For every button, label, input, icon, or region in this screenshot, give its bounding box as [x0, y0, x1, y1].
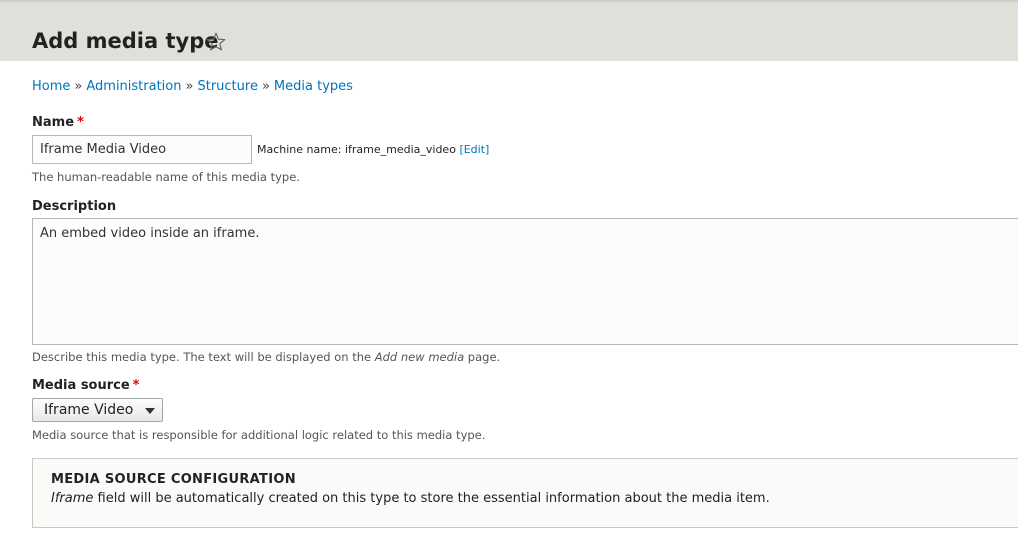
description-help-emphasis: Add new media: [374, 350, 465, 364]
required-marker: *: [77, 115, 84, 130]
machine-name-edit-link[interactable]: [Edit]: [459, 143, 489, 156]
name-label: Name *: [32, 114, 84, 132]
breadcrumb-administration[interactable]: Administration: [86, 79, 181, 94]
description-help: Describe this media type. The text will …: [32, 349, 500, 365]
required-marker: *: [132, 378, 140, 393]
config-text-emphasis: Iframe: [51, 491, 94, 506]
media-source-selected: Iframe Video: [44, 402, 134, 418]
description-help-prefix: Describe this media type. The text will …: [32, 350, 372, 364]
media-source-help: Media source that is responsible for add…: [32, 428, 486, 442]
media-source-configuration: MEDIA SOURCE CONFIGURATION Iframe field …: [32, 458, 1018, 528]
breadcrumb-home[interactable]: Home: [32, 79, 70, 94]
media-source-label-text: Media source: [32, 378, 130, 393]
chevron-down-icon: [145, 408, 155, 414]
media-source-select[interactable]: Iframe Video: [32, 398, 163, 422]
config-title: MEDIA SOURCE CONFIGURATION: [51, 472, 296, 487]
name-label-text: Name: [32, 115, 75, 130]
machine-name-text: Machine name: iframe_media_video: [257, 143, 456, 156]
config-text: Iframe field will be automatically creat…: [51, 490, 770, 508]
breadcrumb-separator: »: [74, 79, 83, 94]
media-source-label: Media source *: [32, 377, 139, 395]
breadcrumb-separator: »: [261, 79, 270, 94]
description-textarea[interactable]: An embed video inside an iframe.: [32, 218, 1018, 345]
star-outline-icon[interactable]: [205, 31, 227, 53]
breadcrumb-separator: »: [185, 79, 194, 94]
breadcrumb-media-types[interactable]: Media types: [274, 79, 353, 94]
name-input[interactable]: [32, 135, 252, 164]
description-help-suffix: page.: [467, 350, 501, 364]
page-header: Add media type: [0, 0, 1018, 61]
config-text-rest: field will be automatically created on t…: [97, 491, 770, 506]
page-title: Add media type: [32, 29, 219, 53]
breadcrumb: Home» Administration» Structure» Media type…: [32, 78, 353, 96]
name-help: The human-readable name of this media ty…: [32, 170, 300, 184]
machine-name: Machine name: iframe_media_video [Edit]: [257, 142, 489, 158]
breadcrumb-structure[interactable]: Structure: [197, 79, 257, 94]
description-label: Description: [32, 199, 117, 214]
